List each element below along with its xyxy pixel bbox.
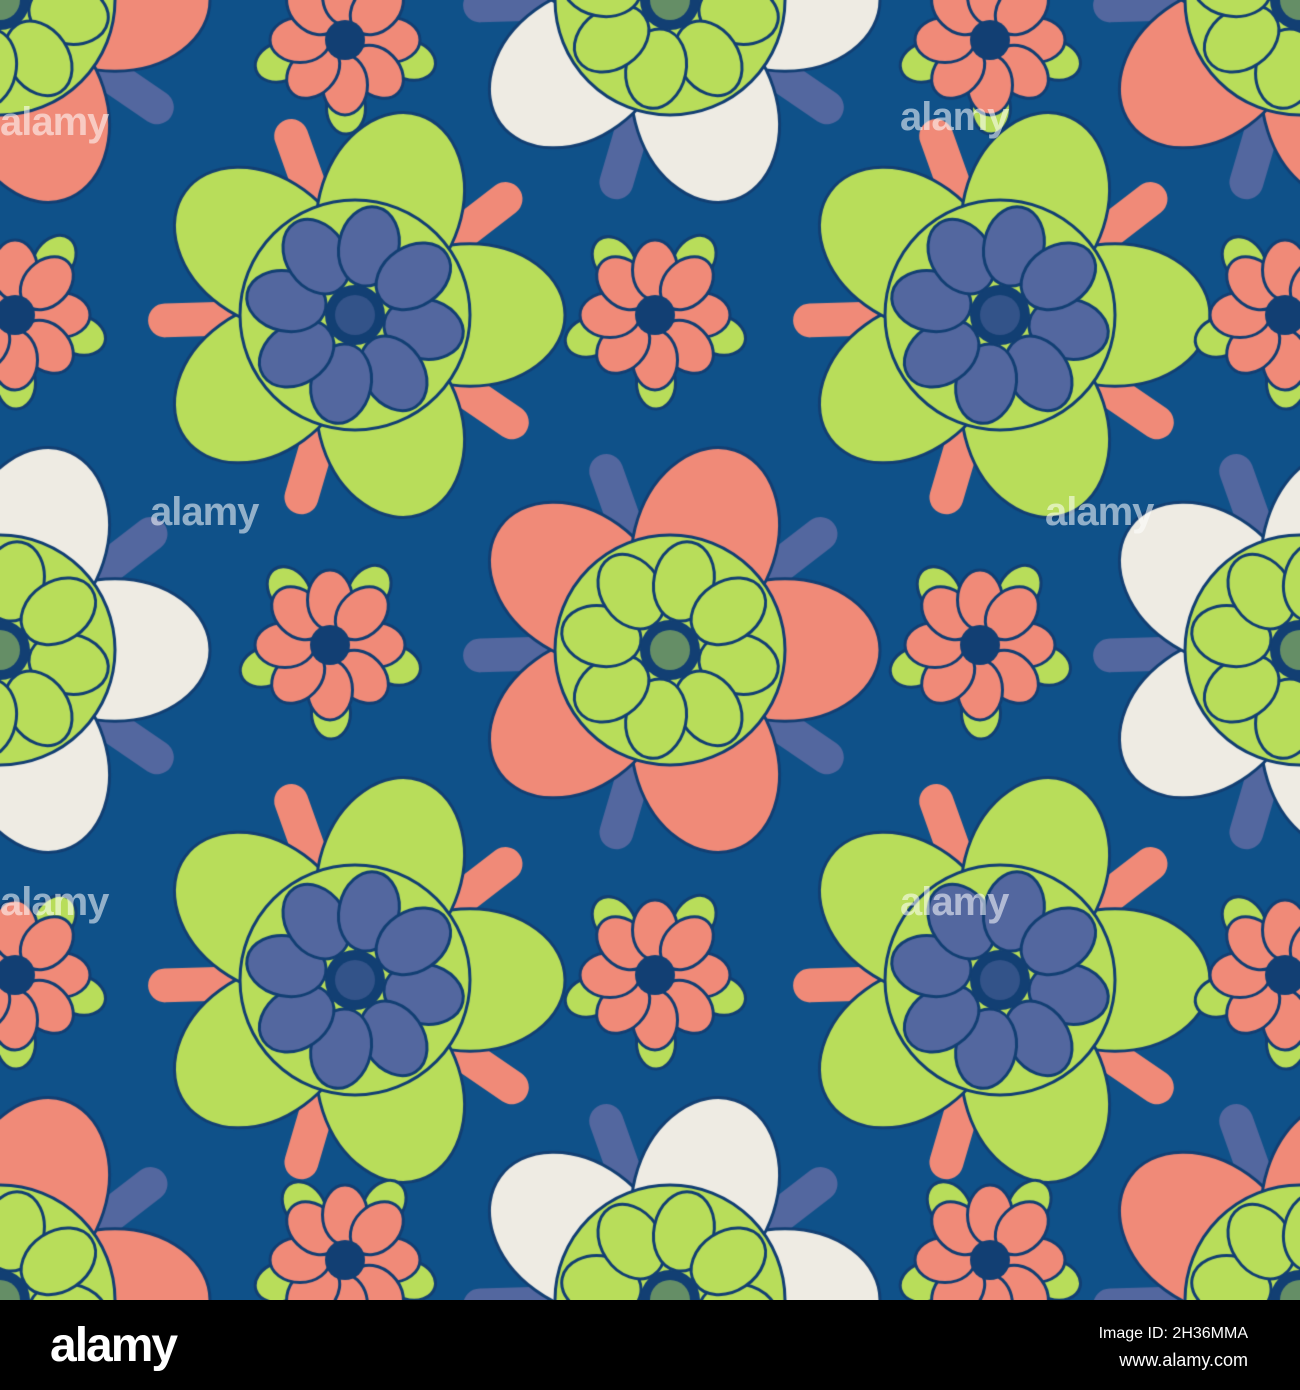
- alamy-logo: alamy: [50, 1319, 178, 1372]
- image-id: Image ID: 2H36MMA: [1098, 1325, 1248, 1342]
- site-url: www.alamy.com: [1119, 1350, 1248, 1370]
- footer-bar: alamy Image ID: 2H36MMA www.alamy.com: [0, 1300, 1300, 1390]
- image-root: alamy alamy alamy alamy alamy alamy alam…: [0, 0, 1300, 1390]
- floral-pattern: [0, 0, 1300, 1300]
